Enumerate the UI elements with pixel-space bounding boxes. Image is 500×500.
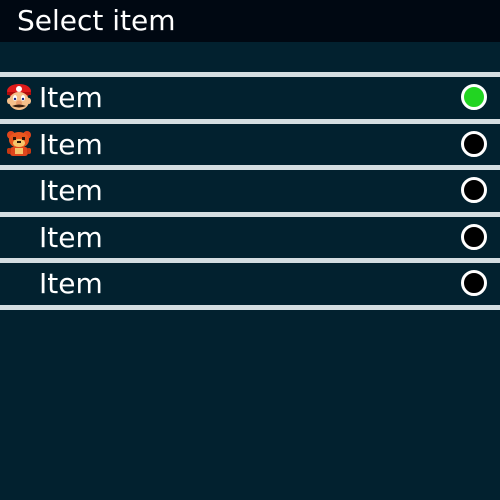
radio-selected[interactable] — [461, 84, 487, 110]
list-item[interactable]: Item — [0, 170, 500, 212]
item-list: Item Item Item Item Item — [0, 72, 500, 310]
list-item[interactable]: Item — [0, 123, 500, 165]
page-title: Select item — [17, 4, 176, 37]
list-item-label: Item — [39, 127, 103, 161]
list-item-label: Item — [39, 81, 103, 114]
title-bar: Select item — [0, 0, 500, 42]
radio-unselected[interactable] — [461, 223, 487, 250]
list-item-label: Item — [39, 267, 103, 300]
radio-unselected[interactable] — [461, 130, 487, 157]
radio-unselected[interactable] — [461, 177, 487, 203]
list-item-label: Item — [39, 220, 103, 254]
radio-unselected[interactable] — [461, 270, 487, 296]
list-item-label: Item — [39, 174, 103, 207]
list-divider — [0, 304, 500, 310]
list-item[interactable]: Item — [0, 263, 500, 305]
list-item[interactable]: Item — [0, 216, 500, 258]
list-item[interactable]: Item — [0, 77, 500, 119]
select-item-screen: Select item Item Item Item Item Item — [0, 0, 500, 500]
mario-head-icon — [4, 82, 34, 112]
red-bear-icon — [4, 129, 34, 159]
